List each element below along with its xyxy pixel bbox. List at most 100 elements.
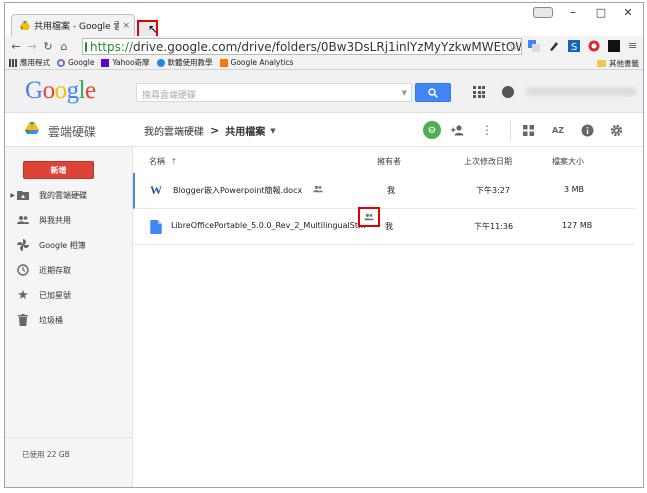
bookmark-tutorial[interactable]: 軟體使用教學 [156, 57, 213, 68]
svg-text:S: S [571, 42, 577, 52]
menu-icon[interactable]: ≡ [628, 40, 640, 52]
apps-grid-icon [9, 58, 17, 67]
account-email-blurred[interactable] [526, 87, 636, 96]
sidebar-item-label: 已加星號 [39, 290, 71, 300]
star-icon: ★ [17, 287, 29, 303]
logo-letter: e [85, 77, 96, 104]
file-owner: 我 [387, 186, 395, 195]
column-header-name[interactable]: 名稱 ↑ [149, 156, 177, 167]
browser-tab[interactable]: 共用檔案 - Google 雲端硬 × [11, 14, 135, 36]
info-icon[interactable] [578, 121, 596, 139]
forward-arrow-icon[interactable]: → [25, 40, 39, 53]
sidebar-item-shared-with-me[interactable]: 與我共用 [5, 209, 133, 231]
close-window-button[interactable]: ✕ [616, 3, 640, 21]
drive-logo-icon[interactable] [25, 122, 39, 135]
new-button[interactable]: 新增 [23, 161, 94, 179]
drive-title[interactable]: 雲端硬碟 [48, 123, 96, 140]
url-scheme: https:// [90, 39, 134, 54]
tools-extension-icon[interactable] [548, 40, 560, 52]
profile-button[interactable] [533, 7, 553, 18]
bookmark-star-icon[interactable]: ☆ [508, 39, 519, 53]
google-g-icon [57, 58, 65, 67]
google-logo[interactable]: Google [25, 77, 96, 105]
analytics-icon [219, 58, 228, 67]
home-icon[interactable]: ⌂ [57, 40, 71, 53]
sidebar-item-label: Google 相簿 [39, 240, 86, 250]
search-placeholder: 搜尋雲端硬碟 [142, 91, 197, 101]
column-header-owner: 擁有者 [377, 157, 401, 166]
shared-icon-highlight [358, 207, 380, 227]
file-owner: 我 [385, 222, 393, 231]
breadcrumb-separator: > [210, 124, 220, 137]
bookmarks-bar: 應用程式 Google Yahoo奇摩 軟體使用教學 Google Analyt… [5, 56, 643, 70]
sidebar-item-recent[interactable]: 近期存取 [5, 259, 133, 281]
file-size: 127 MB [562, 221, 593, 230]
search-options-caret-icon[interactable]: ▼ [402, 89, 407, 97]
shared-people-icon[interactable] [364, 213, 374, 221]
tab-close-icon[interactable]: × [122, 21, 130, 31]
drive-search-input[interactable]: 搜尋雲端硬碟 ▼ [136, 83, 412, 102]
translate-extension-icon[interactable] [528, 40, 540, 52]
share-add-person-icon[interactable] [449, 121, 467, 139]
back-arrow-icon[interactable]: ← [9, 40, 23, 53]
sort-az-icon[interactable]: AZ [549, 121, 567, 139]
bookmark-apps[interactable]: 應用程式 [9, 57, 50, 68]
file-name: LibreOfficePortable_5.0.0_Rev_2_Multilin… [171, 221, 366, 230]
tab-title: 共用檔案 - Google 雲端硬 [34, 22, 119, 32]
file-modified: 下午11:36 [474, 222, 514, 231]
drive-folder-icon [17, 189, 29, 201]
logo-text: Google [25, 77, 96, 104]
opera-extension-icon[interactable] [588, 40, 600, 52]
search-button[interactable] [415, 83, 451, 102]
shared-people-icon [313, 185, 323, 195]
sidebar-item-google-photos[interactable]: Google 相簿 [5, 234, 133, 256]
trash-icon [17, 314, 29, 326]
bookmark-google[interactable]: Google [57, 58, 94, 67]
drive-header: 雲端硬碟 我的雲端硬碟 > 共用檔案 ▼ ⊝ ⋮ AZ [5, 113, 643, 147]
sidebar-divider [5, 437, 133, 438]
table-row[interactable]: LibreOfficePortable_5.0.0_Rev_2_Multilin… [133, 209, 635, 245]
google-header: Google 搜尋雲端硬碟 ▼ [5, 70, 643, 113]
sidebar-item-my-drive[interactable]: ▶ 我的雲端硬碟 [5, 184, 133, 206]
bookmark-yahoo[interactable]: Yahoo奇摩 [101, 57, 150, 68]
black-extension-icon[interactable] [608, 40, 620, 52]
mouse-cursor-icon: ↖ [148, 22, 159, 36]
sidebar-item-starred[interactable]: ★ 已加星號 [5, 284, 133, 306]
breadcrumb-my-drive[interactable]: 我的雲端硬碟 [144, 123, 204, 138]
get-link-icon[interactable]: ⊝ [423, 121, 441, 139]
sidebar-item-label: 近期存取 [39, 265, 71, 275]
url-text: drive.google.com/drive/folders/0Bw3DsLRj… [133, 39, 521, 54]
bookmark-other[interactable]: 其他書籤 [597, 58, 639, 69]
sidebar-item-label: 與我共用 [39, 215, 71, 225]
expand-arrow-icon[interactable]: ▶ [5, 192, 15, 199]
minimize-button[interactable]: – [561, 3, 585, 21]
sidebar-item-label: 我的雲端硬碟 [39, 190, 87, 200]
breadcrumb-current-folder[interactable]: 共用檔案 [225, 123, 265, 138]
breadcrumb: 我的雲端硬碟 > 共用檔案 ▼ [144, 123, 276, 138]
file-name: Blogger嵌入Powerpoint簡報.docx [173, 186, 303, 195]
search-icon [428, 87, 438, 98]
bookmark-analytics[interactable]: Google Analytics [219, 58, 293, 67]
file-list: 名稱 ↑ 擁有者 上次修改日期 檔案大小 W Blogger嵌入Powerpoi… [133, 147, 643, 487]
maximize-button[interactable]: □ [589, 3, 613, 21]
settings-gear-icon[interactable] [607, 121, 625, 139]
google-apps-icon[interactable] [473, 86, 485, 98]
folder-menu-caret-icon[interactable]: ▼ [270, 127, 275, 135]
s-extension-icon[interactable]: S [568, 40, 580, 52]
logo-letter: o [42, 77, 56, 104]
file-modified: 下午3:27 [476, 186, 510, 195]
grid-view-icon[interactable] [519, 121, 537, 139]
table-row[interactable]: W Blogger嵌入Powerpoint簡報.docx 我 下午3:27 3 … [133, 173, 635, 209]
sort-ascending-icon[interactable]: ↑ [171, 157, 178, 166]
notifications-icon[interactable] [502, 86, 514, 98]
logo-letter: g [66, 77, 80, 104]
sidebar-item-trash[interactable]: 垃圾桶 [5, 309, 133, 331]
column-header-size: 檔案大小 [552, 157, 584, 166]
column-header-modified[interactable]: 上次修改日期 [464, 156, 512, 167]
reload-icon[interactable]: ↻ [41, 40, 55, 53]
file-size: 3 MB [564, 185, 585, 194]
more-actions-icon[interactable]: ⋮ [478, 121, 496, 139]
sidebar-item-label: 垃圾桶 [39, 315, 63, 325]
address-bar[interactable]: https:// drive.google.com/drive/folders/… [82, 38, 522, 55]
storage-usage[interactable]: 已使用 22 GB [22, 449, 70, 460]
